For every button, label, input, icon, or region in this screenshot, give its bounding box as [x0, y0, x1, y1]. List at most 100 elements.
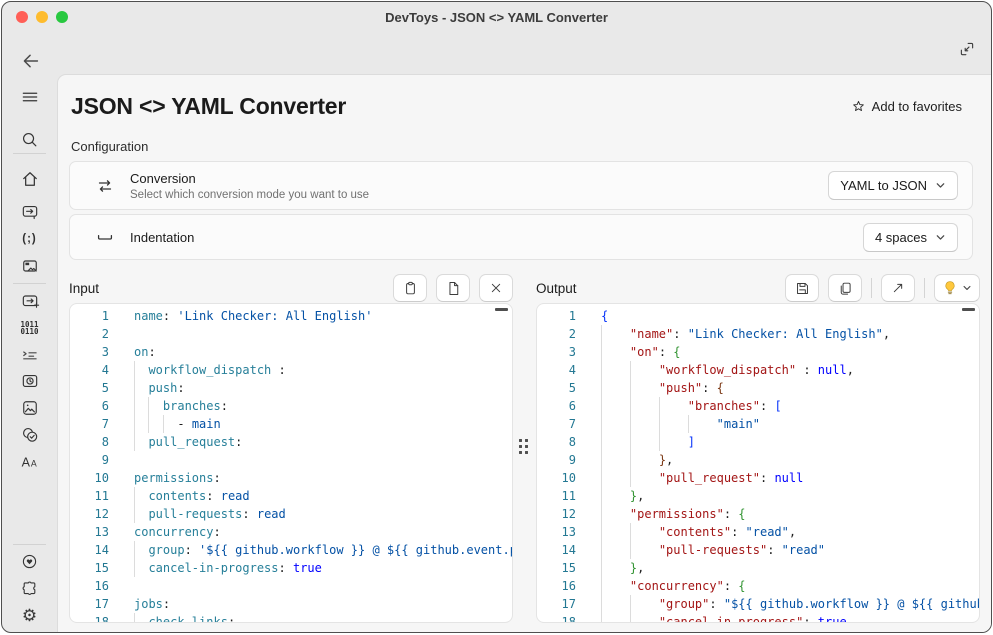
close-icon — [488, 280, 504, 296]
code-line: group: '${{ github.workflow }} @ ${{ git… — [134, 541, 512, 559]
input-panel: Input 123456789101112131415161718name: '… — [69, 273, 513, 623]
code-line: pull_request: — [134, 433, 512, 451]
code-line: workflow_dispatch : — [134, 361, 512, 379]
line-number: 9 — [70, 451, 109, 469]
code-line: }, — [601, 559, 979, 577]
sidebar-item-home[interactable] — [13, 166, 46, 192]
line-number: 6 — [70, 397, 109, 415]
input-label: Input — [69, 281, 99, 296]
line-number: 16 — [537, 577, 576, 595]
line-number: 11 — [537, 487, 576, 505]
code-line: "pull_request": null — [601, 469, 979, 487]
add-to-favorites-button[interactable]: Add to favorites — [851, 99, 962, 114]
line-number: 10 — [537, 469, 576, 487]
code-line: push: — [134, 379, 512, 397]
line-number: 4 — [537, 361, 576, 379]
sidebar-item-settings[interactable]: ⚙ — [13, 602, 46, 628]
code-line: on: — [134, 343, 512, 361]
svg-text:A: A — [30, 459, 36, 469]
panel-resize-grip[interactable] — [519, 439, 530, 458]
converters-box-arrow-icon — [20, 202, 40, 222]
code-line: }, — [601, 451, 979, 469]
code-line: "push": { — [601, 379, 979, 397]
sidebar-item-generators[interactable] — [13, 288, 46, 314]
file-icon — [445, 280, 462, 297]
code-line — [134, 325, 512, 343]
line-number: 14 — [70, 541, 109, 559]
code-line: jobs: — [134, 595, 512, 613]
indentation-dropdown[interactable]: 4 spaces — [863, 223, 958, 252]
line-number: 7 — [70, 415, 109, 433]
content-card: JSON <> YAML Converter Add to favorites … — [57, 74, 991, 632]
conversion-mode-value: YAML to JSON — [840, 178, 927, 193]
chevron-down-icon — [935, 232, 946, 243]
double-a-icon: AA — [20, 452, 40, 472]
expand-arrow-icon — [890, 280, 906, 296]
sidebar-item-graphic-tools[interactable] — [13, 395, 46, 421]
sidebar-search-button[interactable] — [13, 126, 46, 152]
chevron-lines-icon — [20, 345, 40, 365]
sidebar-item-favorites[interactable] — [13, 548, 46, 574]
expand-button[interactable] — [881, 274, 915, 302]
sidebar-item-formatters[interactable] — [13, 253, 46, 279]
line-number: 18 — [70, 613, 109, 623]
copy-button[interactable] — [828, 274, 862, 302]
sidebar-item-testers[interactable] — [13, 368, 46, 394]
swap-arrows-icon — [94, 175, 116, 197]
window-title: DevToys - JSON <> YAML Converter — [2, 10, 991, 25]
input-code-editor[interactable]: 123456789101112131415161718name: 'Link C… — [69, 303, 513, 623]
toolbar-separator — [871, 278, 872, 298]
sidebar-item-extensions[interactable] — [13, 575, 46, 601]
clock-box-icon — [20, 371, 40, 391]
line-number: 15 — [70, 559, 109, 577]
line-number: 17 — [70, 595, 109, 613]
parentheses-semicolon-icon: (;) — [22, 233, 37, 245]
configuration-section-label: Configuration — [71, 139, 148, 154]
line-number: 10 — [70, 469, 109, 487]
line-number: 1 — [537, 307, 576, 325]
svg-text:A: A — [21, 456, 30, 470]
code-line: permissions: — [134, 469, 512, 487]
star-icon — [851, 99, 866, 114]
save-button[interactable] — [785, 274, 819, 302]
conversion-subtitle: Select which conversion mode you want to… — [130, 189, 828, 201]
conversion-setting-row: Conversion Select which conversion mode … — [69, 161, 973, 210]
overview-ruler-mark — [962, 308, 975, 311]
line-number: 12 — [537, 505, 576, 523]
sidebar-menu-button[interactable] — [13, 84, 46, 110]
line-number: 17 — [537, 595, 576, 613]
clear-input-button[interactable] — [479, 274, 513, 302]
code-line: "cancel-in-progress": true — [601, 613, 979, 623]
paste-button[interactable] — [393, 274, 427, 302]
code-line: "branches": [ — [601, 397, 979, 415]
code-line: "permissions": { — [601, 505, 979, 523]
output-label: Output — [536, 281, 577, 296]
clipboard-paste-icon — [402, 280, 419, 297]
sidebar-item-converters[interactable] — [13, 199, 46, 225]
open-file-button[interactable] — [436, 274, 470, 302]
output-line-numbers: 123456789101112131415161718 — [537, 307, 576, 623]
code-line: concurrency: — [134, 523, 512, 541]
puzzle-icon — [20, 579, 39, 598]
line-number: 2 — [537, 325, 576, 343]
sidebar-item-fonts[interactable]: AA — [13, 449, 46, 475]
sidebar-separator — [13, 153, 46, 154]
output-code-editor[interactable]: 123456789101112131415161718{ "name": "Li… — [536, 303, 980, 623]
app-window: DevToys - JSON <> YAML Converter (;) 101… — [1, 1, 992, 633]
compact-overlay-button[interactable] — [956, 38, 978, 60]
smart-detection-button[interactable] — [934, 274, 980, 302]
box-arrow-plus-icon — [20, 291, 40, 311]
line-number: 6 — [537, 397, 576, 415]
home-icon — [20, 169, 40, 189]
line-number: 11 — [70, 487, 109, 505]
sidebar-item-text-binary[interactable]: 10110110 — [13, 315, 46, 341]
circles-check-icon — [20, 425, 40, 445]
code-line: check-links: — [134, 613, 512, 623]
conversion-mode-dropdown[interactable]: YAML to JSON — [828, 171, 958, 200]
line-number: 14 — [537, 541, 576, 559]
sidebar-item-checkers[interactable] — [13, 422, 46, 448]
sidebar-item-text-tools[interactable] — [13, 342, 46, 368]
code-line: "group": "${{ github.workflow }} @ ${{ g… — [601, 595, 979, 613]
line-number: 5 — [70, 379, 109, 397]
sidebar-item-encoders-decoders[interactable]: (;) — [13, 226, 46, 252]
